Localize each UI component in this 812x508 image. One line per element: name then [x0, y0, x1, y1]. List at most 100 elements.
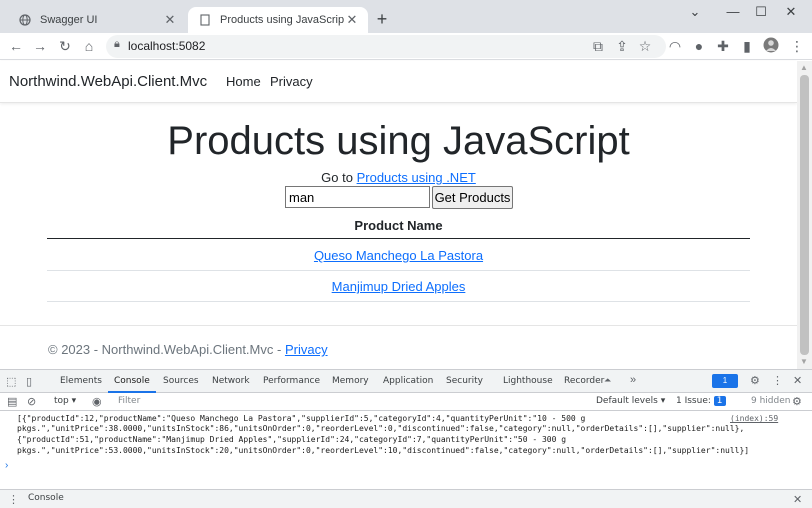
- nav-link-home[interactable]: Home: [226, 74, 261, 89]
- devtools-tab-memory[interactable]: Memory: [332, 376, 369, 386]
- maximize-icon[interactable]: ☐: [752, 4, 770, 20]
- issues-badge[interactable]: 1: [712, 374, 738, 388]
- console-prompt-icon[interactable]: ›: [5, 460, 8, 471]
- console-output: [{"productId":12,"productName":"Queso Ma…: [0, 412, 812, 460]
- devtools-menu-icon[interactable]: ⋮: [772, 374, 783, 387]
- page-scrollbar[interactable]: ▲ ▼: [797, 61, 812, 369]
- clear-console-icon[interactable]: ⊘: [27, 395, 36, 408]
- console-line: pkgs.","unitPrice":53.0000,"unitsInStock…: [17, 446, 750, 455]
- lock-icon: 🔒︎: [114, 38, 120, 50]
- page-title: Products using JavaScript: [167, 119, 630, 163]
- globe-icon: [18, 13, 32, 27]
- close-tab-icon[interactable]: ✕: [344, 12, 360, 28]
- drawer-menu-icon[interactable]: ⋮: [8, 493, 19, 506]
- bookmark-star-icon[interactable]: ☆: [636, 37, 654, 55]
- home-icon[interactable]: ⌂: [80, 37, 98, 55]
- devtools-tab-performance[interactable]: Performance: [263, 376, 320, 386]
- goto-prefix: Go to: [321, 170, 353, 185]
- console-line: pkgs.","unitPrice":38.0000,"unitsInStock…: [17, 424, 745, 433]
- goto-line: Go to Products using .NET: [0, 170, 797, 185]
- log-levels-label: Default levels: [596, 396, 658, 406]
- eye-icon[interactable]: ◉: [92, 395, 102, 408]
- side-panel-icon[interactable]: ▮: [738, 37, 756, 55]
- extensions-puzzle-icon[interactable]: ✚: [714, 37, 732, 55]
- context-label: top: [54, 396, 69, 406]
- scroll-up-icon[interactable]: ▲: [800, 63, 808, 72]
- nav-link-privacy[interactable]: Privacy: [270, 74, 313, 89]
- devtools-panel: ⬚ ▯ Elements Console Sources Network Per…: [0, 369, 812, 508]
- table-row: Queso Manchego La Pastora: [47, 240, 750, 271]
- devtools-drawer: ⋮ Console ✕: [0, 489, 812, 508]
- site-navbar: Northwind.WebApi.Client.Mvc Home Privacy: [0, 61, 797, 103]
- products-dotnet-link[interactable]: Products using .NET: [357, 170, 476, 185]
- minimize-icon[interactable]: —: [724, 4, 742, 20]
- site-brand[interactable]: Northwind.WebApi.Client.Mvc: [9, 73, 207, 90]
- inspect-element-icon[interactable]: ⬚: [6, 375, 16, 388]
- devtools-tab-lighthouse[interactable]: Lighthouse: [503, 376, 553, 386]
- context-selector[interactable]: top ▾: [54, 396, 76, 406]
- browser-tabstrip: Swagger UI ✕ Products using JavaScript -…: [0, 0, 812, 33]
- site-footer: © 2023 - Northwind.WebApi.Client.Mvc - P…: [0, 325, 797, 369]
- issues-link[interactable]: 1 Issue: 1: [676, 396, 726, 406]
- hidden-count: 9 hidden: [751, 396, 791, 406]
- open-in-window-icon[interactable]: ⧉: [589, 37, 607, 55]
- chevron-down-icon[interactable]: ⌄: [686, 4, 704, 20]
- address-bar[interactable]: 🔒︎ localhost:5082: [106, 35, 666, 58]
- sidebar-toggle-icon[interactable]: ▤: [7, 395, 17, 408]
- drawer-tab-console[interactable]: Console: [28, 493, 64, 503]
- browser-tab-products[interactable]: Products using JavaScript - Northwind ✕: [188, 7, 368, 33]
- back-icon[interactable]: ←: [7, 37, 25, 55]
- product-link[interactable]: Manjimup Dried Apples: [332, 279, 466, 294]
- more-tabs-icon[interactable]: »: [630, 374, 636, 386]
- issues-count: 1: [722, 376, 728, 385]
- settings-gear-icon[interactable]: ⚙: [750, 374, 760, 387]
- devtools-tab-sources[interactable]: Sources: [163, 376, 199, 386]
- extension-compass-icon[interactable]: ●: [690, 37, 708, 55]
- close-tab-icon[interactable]: ✕: [162, 12, 178, 28]
- get-products-button[interactable]: Get Products: [432, 186, 513, 209]
- avatar[interactable]: [762, 37, 780, 55]
- footer-privacy-link[interactable]: Privacy: [285, 342, 328, 357]
- table-row: Manjimup Dried Apples: [47, 271, 750, 302]
- close-window-icon[interactable]: ✕: [782, 4, 800, 20]
- console-filter-bar: ▤ ⊘ top ▾ ◉ Filter Default levels ▾ 1 Is…: [0, 393, 812, 411]
- reload-icon[interactable]: ↻: [56, 37, 74, 55]
- issue-count-badge: 1: [713, 396, 726, 406]
- extension-arc-icon[interactable]: ◠: [666, 37, 684, 55]
- product-link[interactable]: Queso Manchego La Pastora: [314, 248, 483, 263]
- browser-toolbar: ← → ↻ ⌂ 🔒︎ localhost:5082 ⧉ ⇪ ☆ ◠ ● ✚ ▮ …: [0, 33, 812, 60]
- footer-copyright: © 2023 - Northwind.WebApi.Client.Mvc -: [48, 342, 282, 357]
- devtools-tab-recorder[interactable]: Recorder: [564, 376, 604, 386]
- scroll-down-icon[interactable]: ▼: [800, 357, 808, 366]
- devtools-tab-console[interactable]: Console: [114, 376, 150, 386]
- close-drawer-icon[interactable]: ✕: [793, 493, 802, 506]
- menu-kebab-icon[interactable]: ⋮: [788, 37, 806, 55]
- devtools-tab-network[interactable]: Network: [212, 376, 250, 386]
- url-text: localhost:5082: [128, 39, 206, 53]
- console-line: [{"productId":12,"productName":"Queso Ma…: [17, 414, 586, 423]
- console-filter-input[interactable]: Filter: [118, 396, 140, 406]
- devtools-tab-elements[interactable]: Elements: [60, 376, 102, 386]
- flask-icon: ⏶: [604, 375, 612, 385]
- devtools-tabbar: ⬚ ▯ Elements Console Sources Network Per…: [0, 370, 812, 393]
- browser-tab-swagger[interactable]: Swagger UI ✕: [8, 7, 186, 33]
- devtools-tab-security[interactable]: Security: [446, 376, 483, 386]
- product-search-input[interactable]: [285, 186, 430, 208]
- scrollbar-thumb[interactable]: [800, 75, 809, 355]
- footer-text: © 2023 - Northwind.WebApi.Client.Mvc - P…: [48, 342, 328, 357]
- console-line: {"productId":51,"productName":"Manjimup …: [17, 435, 567, 444]
- share-icon[interactable]: ⇪: [613, 37, 631, 55]
- console-settings-icon[interactable]: ⚙: [792, 395, 802, 408]
- table-header-product-name: Product Name: [47, 215, 750, 239]
- new-tab-icon[interactable]: +: [372, 9, 392, 29]
- forward-icon[interactable]: →: [31, 37, 49, 55]
- close-devtools-icon[interactable]: ✕: [793, 374, 802, 387]
- tab-title: Swagger UI: [40, 14, 98, 26]
- device-toolbar-icon[interactable]: ▯: [26, 375, 32, 388]
- page-icon: [198, 13, 212, 27]
- log-levels-dropdown[interactable]: Default levels ▾: [596, 396, 665, 406]
- tab-title: Products using JavaScript - Northwind: [220, 14, 344, 26]
- devtools-tab-application[interactable]: Application: [383, 376, 433, 386]
- console-source-link[interactable]: (index):59: [730, 414, 778, 423]
- issue-label: 1 Issue:: [676, 396, 711, 406]
